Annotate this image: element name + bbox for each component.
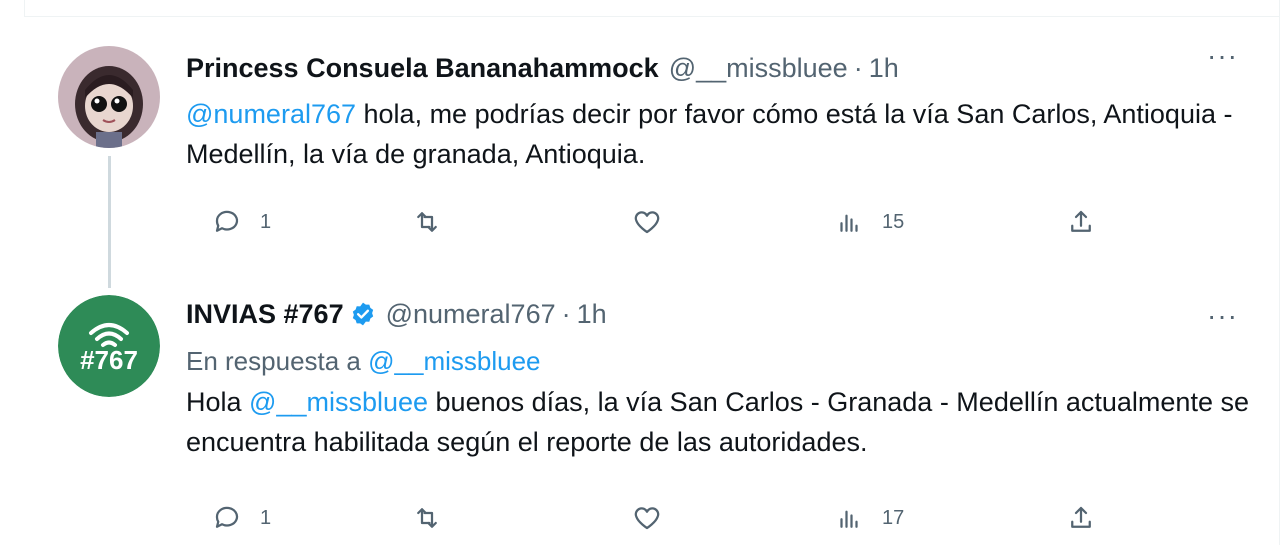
views-button[interactable]: 17 bbox=[834, 498, 904, 538]
views-count: 17 bbox=[882, 506, 905, 529]
like-icon bbox=[634, 507, 660, 530]
retweet-icon bbox=[417, 508, 437, 528]
views-count: 15 bbox=[882, 210, 905, 233]
share-icon bbox=[1071, 506, 1091, 528]
like-button[interactable] bbox=[632, 498, 662, 538]
timestamp[interactable]: 1h bbox=[869, 53, 899, 84]
separator: · bbox=[853, 52, 863, 83]
reply-to-handle[interactable]: @__missbluee bbox=[368, 346, 540, 376]
retweet-button[interactable] bbox=[412, 498, 442, 538]
like-icon bbox=[634, 211, 660, 234]
retweet-icon bbox=[417, 212, 437, 232]
like-button[interactable] bbox=[632, 202, 662, 242]
action-bar: 1 15 bbox=[186, 202, 1250, 242]
action-bar: 1 17 bbox=[186, 498, 1250, 538]
mention-link[interactable]: @__missbluee bbox=[249, 387, 428, 417]
tweet[interactable]: #767 INVIAS #767 @numeral767 · 1h ··· En… bbox=[24, 290, 1280, 545]
timestamp[interactable]: 1h bbox=[577, 299, 607, 330]
share-button[interactable] bbox=[1066, 498, 1096, 538]
previous-tweet-border bbox=[24, 0, 1280, 17]
tweet[interactable]: Princess Consuela Bananahammock @__missb… bbox=[24, 30, 1280, 290]
tweet-text: @numeral767 hola, me podrías decir por f… bbox=[186, 94, 1250, 174]
reply-count: 1 bbox=[260, 506, 272, 529]
avatar-text: #767 bbox=[80, 345, 138, 375]
reply-count: 1 bbox=[260, 210, 272, 233]
more-icon[interactable]: ··· bbox=[1207, 40, 1238, 72]
tweet-body-prefix: Hola bbox=[186, 387, 250, 417]
tweet-header: INVIAS #767 @numeral767 · 1h bbox=[186, 294, 1250, 334]
mention-link[interactable]: @numeral767 bbox=[186, 99, 356, 129]
author-name[interactable]: INVIAS #767 bbox=[186, 299, 344, 330]
reply-icon bbox=[215, 210, 239, 232]
share-button[interactable] bbox=[1066, 202, 1096, 242]
views-icon bbox=[840, 510, 858, 528]
reply-to-label: En respuesta a bbox=[186, 346, 369, 376]
verified-badge-icon bbox=[350, 301, 376, 327]
share-icon bbox=[1071, 210, 1091, 232]
more-icon[interactable]: ··· bbox=[1207, 300, 1238, 332]
views-icon bbox=[840, 214, 858, 232]
author-handle[interactable]: @numeral767 bbox=[386, 299, 556, 330]
author-handle[interactable]: @__missbluee bbox=[669, 53, 848, 84]
thread-line bbox=[108, 156, 111, 288]
retweet-button[interactable] bbox=[412, 202, 442, 242]
reply-context: En respuesta a @__missbluee bbox=[186, 344, 1250, 378]
tweet-header: Princess Consuela Bananahammock @__missb… bbox=[186, 48, 1250, 88]
author-name[interactable]: Princess Consuela Bananahammock bbox=[186, 53, 659, 84]
avatar[interactable] bbox=[58, 46, 160, 148]
reply-button[interactable]: 1 bbox=[212, 498, 271, 538]
views-button[interactable]: 15 bbox=[834, 202, 904, 242]
avatar[interactable]: #767 bbox=[58, 295, 160, 397]
reply-button[interactable]: 1 bbox=[212, 202, 271, 242]
separator: · bbox=[561, 298, 571, 329]
reply-icon bbox=[215, 506, 239, 528]
tweet-text: Hola @__missbluee buenos días, la vía Sa… bbox=[186, 382, 1250, 462]
